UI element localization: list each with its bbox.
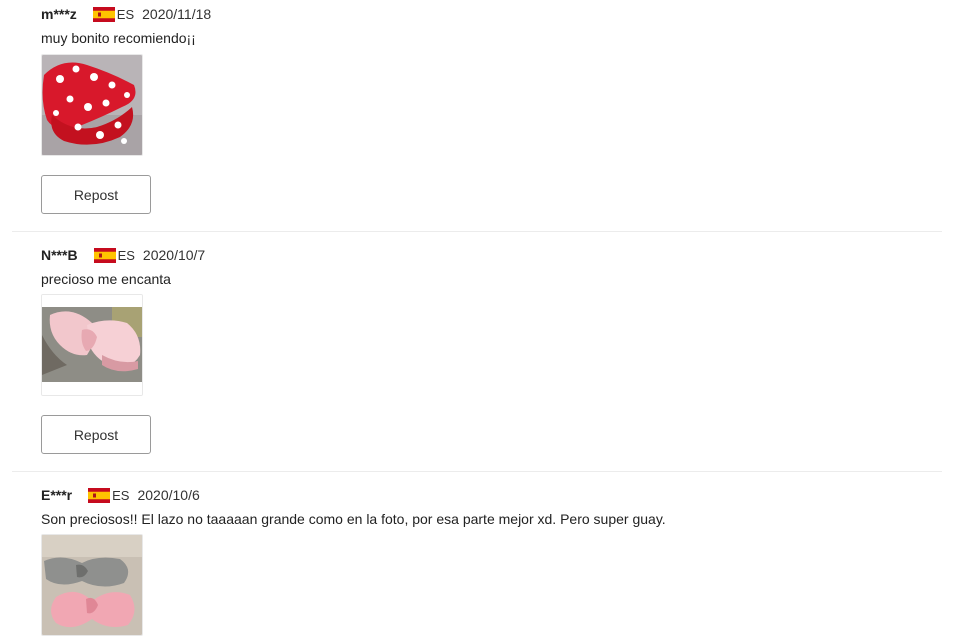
review-date: 2020/11/18 — [142, 6, 212, 22]
review-text: Son preciosos!! El lazo no taaaaan grand… — [41, 511, 666, 527]
review-photo[interactable] — [41, 294, 143, 396]
review-date: 2020/10/7 — [142, 247, 206, 263]
repost-button[interactable]: Repost — [41, 415, 151, 454]
reviewer-name: N***B — [41, 247, 78, 263]
reviewer-country: ES — [112, 487, 130, 503]
pink-bow-headband-photo — [42, 295, 142, 395]
grey-and-pink-bow-headbands-photo — [42, 535, 142, 635]
spain-flag-icon — [88, 487, 111, 503]
red-polka-dot-headband-photo — [42, 55, 142, 155]
review-photo[interactable] — [41, 534, 143, 636]
spain-flag-icon — [92, 6, 115, 22]
reviewer-country: ES — [116, 6, 135, 22]
review-date: 2020/10/6 — [137, 487, 200, 503]
spain-flag-icon — [93, 247, 116, 263]
reviewer-country: ES — [117, 247, 135, 263]
review-text: muy bonito recomiendo¡¡ — [41, 30, 196, 46]
review-meta: E***r ES 2020/10/6 — [41, 485, 200, 505]
reviewer-name: m***z — [41, 6, 77, 22]
reviewer-name: E***r — [41, 487, 73, 503]
review-item: N***B ES 2020/10/7 precioso me encanta R… — [12, 232, 942, 472]
repost-button[interactable]: Repost — [41, 175, 151, 214]
review-meta: N***B ES 2020/10/7 — [41, 245, 205, 265]
review-photo[interactable] — [41, 54, 143, 156]
review-meta: m***z ES 2020/11/18 — [41, 4, 211, 24]
review-item: m***z ES 2020/11/18 muy bonito recomiend… — [12, 0, 942, 232]
review-text: precioso me encanta — [41, 271, 171, 287]
review-item: E***r ES 2020/10/6 Son preciosos!! El la… — [12, 472, 942, 641]
